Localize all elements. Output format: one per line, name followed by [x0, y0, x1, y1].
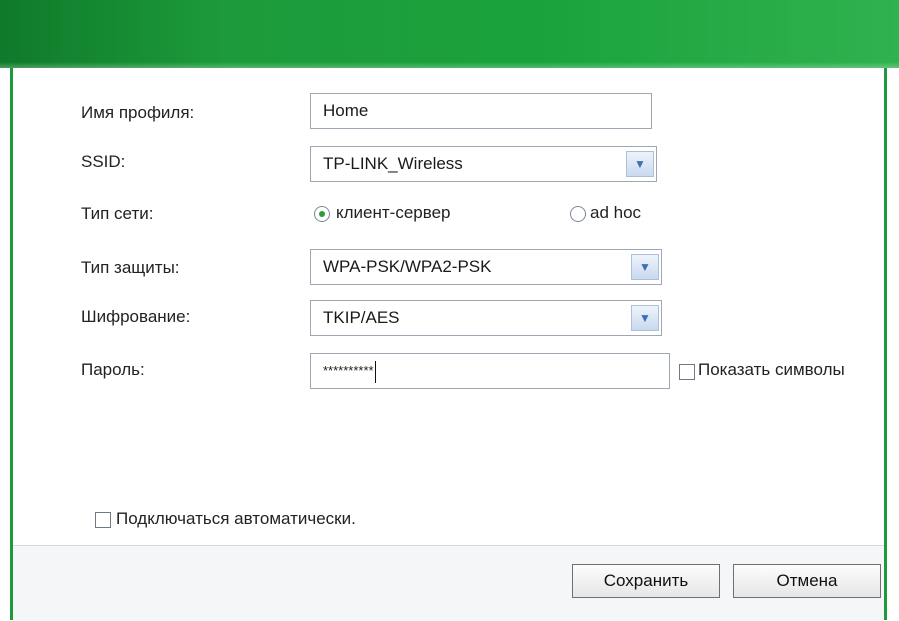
security-type-label: Тип защиты:	[81, 258, 180, 277]
security-type-value: WPA-PSK/WPA2-PSK	[323, 257, 492, 276]
auto-connect-label: Подключаться автоматически.	[116, 509, 356, 528]
ssid-value: TP-LINK_Wireless	[323, 154, 463, 173]
password-label: Пароль:	[81, 360, 145, 379]
encryption-select[interactable]: TKIP/AES ▼	[310, 300, 662, 336]
encryption-label: Шифрование:	[81, 307, 191, 326]
encryption-value: TKIP/AES	[323, 308, 400, 327]
profile-name-input[interactable]: Home	[310, 93, 652, 129]
password-value: **********	[323, 363, 374, 378]
profile-name-value: Home	[323, 101, 369, 120]
title-bar	[0, 0, 899, 68]
network-type-label: Тип сети:	[81, 204, 154, 223]
save-button[interactable]: Сохранить	[572, 564, 720, 598]
chevron-down-icon[interactable]: ▼	[626, 151, 654, 177]
password-input[interactable]: **********	[310, 353, 670, 389]
ssid-select[interactable]: TP-LINK_Wireless ▼	[310, 146, 657, 182]
cancel-button[interactable]: Отмена	[733, 564, 881, 598]
radio-adhoc-label: ad hoc	[590, 203, 642, 222]
profile-name-label: Имя профиля:	[81, 103, 195, 122]
radio-infrastructure-label: клиент-сервер	[336, 203, 451, 222]
text-cursor	[374, 360, 376, 383]
auto-connect-checkbox[interactable]	[95, 512, 111, 528]
radio-infrastructure[interactable]	[314, 206, 330, 222]
ssid-label: SSID:	[81, 152, 126, 171]
radio-adhoc[interactable]	[570, 206, 586, 222]
show-chars-label: Показать символы	[698, 360, 845, 379]
show-chars-checkbox[interactable]	[679, 364, 695, 380]
chevron-down-icon[interactable]: ▼	[631, 254, 659, 280]
chevron-down-icon[interactable]: ▼	[631, 305, 659, 331]
security-type-select[interactable]: WPA-PSK/WPA2-PSK ▼	[310, 249, 662, 285]
